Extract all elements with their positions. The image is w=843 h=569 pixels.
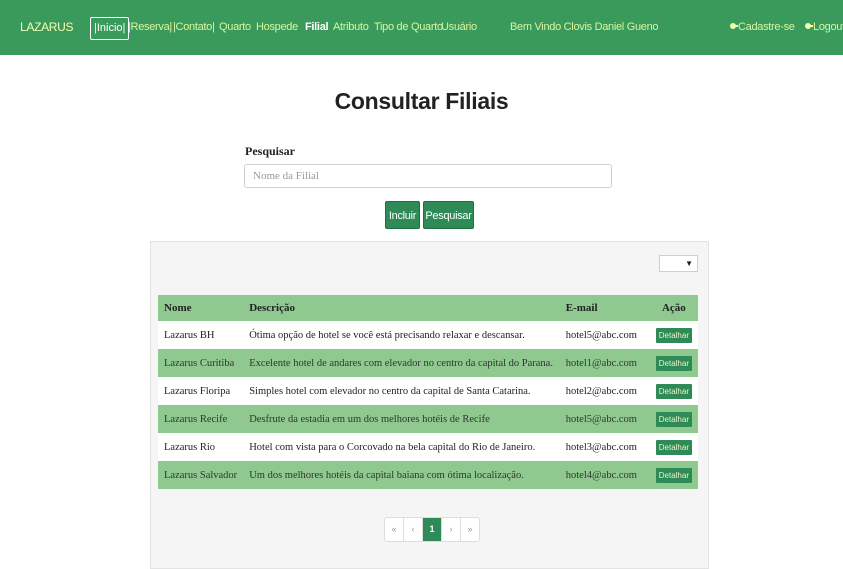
detalhar-button[interactable]: Detalhar: [655, 383, 692, 399]
nav-link-atributo[interactable]: Atributo: [333, 0, 369, 55]
pesquisar-button[interactable]: Pesquisar: [423, 201, 474, 229]
cell-email: hotel2@abc.com: [559, 377, 650, 405]
nav-link-reserva[interactable]: |Reserva|: [128, 0, 172, 55]
nav-link-filial[interactable]: Filial: [305, 0, 329, 55]
signup-label: Cadastre-se: [738, 21, 795, 33]
last-page-button[interactable]: »: [461, 518, 479, 541]
signup-link[interactable]: Cadastre-se: [730, 0, 795, 55]
cell-email: hotel4@abc.com: [559, 461, 650, 489]
cell-email: hotel5@abc.com: [559, 405, 650, 433]
cell-descricao: Excelente hotel de andares com elevador …: [243, 349, 560, 377]
next-page-button[interactable]: ›: [442, 518, 461, 541]
previous-page-button[interactable]: ‹: [404, 518, 423, 541]
table-row: Lazarus Floripa Simples hotel com elevad…: [158, 377, 698, 405]
logout-label: Logout: [813, 21, 843, 33]
detalhar-button[interactable]: Detalhar: [655, 467, 692, 483]
column-header-descricao[interactable]: Descrição: [243, 295, 560, 321]
table-row: Lazarus BH Ótima opção de hotel se você …: [158, 321, 698, 349]
cell-descricao: Ótima opção de hotel se você está precis…: [243, 321, 560, 349]
column-header-acao: Ação: [649, 295, 698, 321]
cell-acao: Detalhar: [649, 405, 698, 433]
nav-link-inicio[interactable]: |Inicio|: [90, 17, 130, 40]
cell-nome: Lazarus Curitiba: [158, 349, 244, 377]
cell-descricao: Hotel com vista para o Corcovado na bela…: [243, 433, 560, 461]
page-1-button[interactable]: 1: [423, 518, 442, 541]
detalhar-button[interactable]: Detalhar: [655, 411, 692, 427]
cell-nome: Lazarus Salvador: [158, 461, 244, 489]
cell-acao: Detalhar: [649, 321, 698, 349]
logout-icon: [805, 23, 813, 29]
cell-descricao: Desfrute da estadia em um dos melhores h…: [243, 405, 560, 433]
cell-nome: Lazarus Floripa: [158, 377, 244, 405]
nav-link-quarto[interactable]: Quarto: [219, 0, 251, 55]
cell-descricao: Simples hotel com elevador no centro da …: [243, 377, 560, 405]
page-size-select[interactable]: ▼: [659, 255, 698, 272]
cell-nome: Lazarus BH: [158, 321, 244, 349]
incluir-button[interactable]: Incluir: [385, 201, 420, 229]
table-row: Lazarus Salvador Um dos melhores hotéis …: [158, 461, 698, 489]
chevron-down-icon: ▼: [685, 259, 693, 268]
column-header-nome[interactable]: Nome: [158, 295, 244, 321]
cell-nome: Lazarus Rio: [158, 433, 244, 461]
search-label: Pesquisar: [245, 144, 296, 158]
page-title: Consultar Filiais: [334, 88, 509, 114]
cell-email: hotel5@abc.com: [559, 321, 650, 349]
table-row: Lazarus Rio Hotel com vista para o Corco…: [158, 433, 698, 461]
top-navbar: LAZARUS |Inicio| |Reserva| |Contato| Qua…: [0, 0, 843, 55]
detalhar-button[interactable]: Detalhar: [655, 355, 692, 371]
nav-link-contato[interactable]: |Contato|: [173, 0, 215, 55]
search-input[interactable]: [244, 164, 612, 188]
cell-descricao: Um dos melhores hotéis da capital baiana…: [243, 461, 560, 489]
cell-acao: Detalhar: [649, 349, 698, 377]
column-header-email[interactable]: E-mail: [559, 295, 650, 321]
cell-acao: Detalhar: [649, 461, 698, 489]
nav-link-usuario[interactable]: Usuário: [441, 0, 477, 55]
nav-link-tipo-de-quarto[interactable]: Tipo de Quarto: [374, 0, 443, 55]
cell-nome: Lazarus Recife: [158, 405, 244, 433]
pagination: « ‹ 1 › »: [384, 517, 480, 542]
brand-logo[interactable]: LAZARUS: [20, 0, 74, 55]
table-row: Lazarus Curitiba Excelente hotel de anda…: [158, 349, 698, 377]
cell-email: hotel1@abc.com: [559, 349, 650, 377]
welcome-message: Bem Vindo Clovis Daniel Gueno: [510, 21, 659, 33]
detalhar-button[interactable]: Detalhar: [655, 439, 692, 455]
user-plus-icon: [730, 23, 738, 29]
nav-link-hospede[interactable]: Hospede: [256, 0, 298, 55]
cell-acao: Detalhar: [649, 433, 698, 461]
detalhar-button[interactable]: Detalhar: [655, 327, 692, 343]
logout-link[interactable]: Logout: [805, 0, 843, 55]
cell-email: hotel3@abc.com: [559, 433, 650, 461]
table-row: Lazarus Recife Desfrute da estadia em um…: [158, 405, 698, 433]
table-header-row: Nome Descrição E-mail Ação: [158, 295, 698, 321]
first-page-button[interactable]: «: [385, 518, 404, 541]
filiais-table: Nome Descrição E-mail Ação Lazarus BH Ót…: [158, 295, 698, 489]
cell-acao: Detalhar: [649, 377, 698, 405]
